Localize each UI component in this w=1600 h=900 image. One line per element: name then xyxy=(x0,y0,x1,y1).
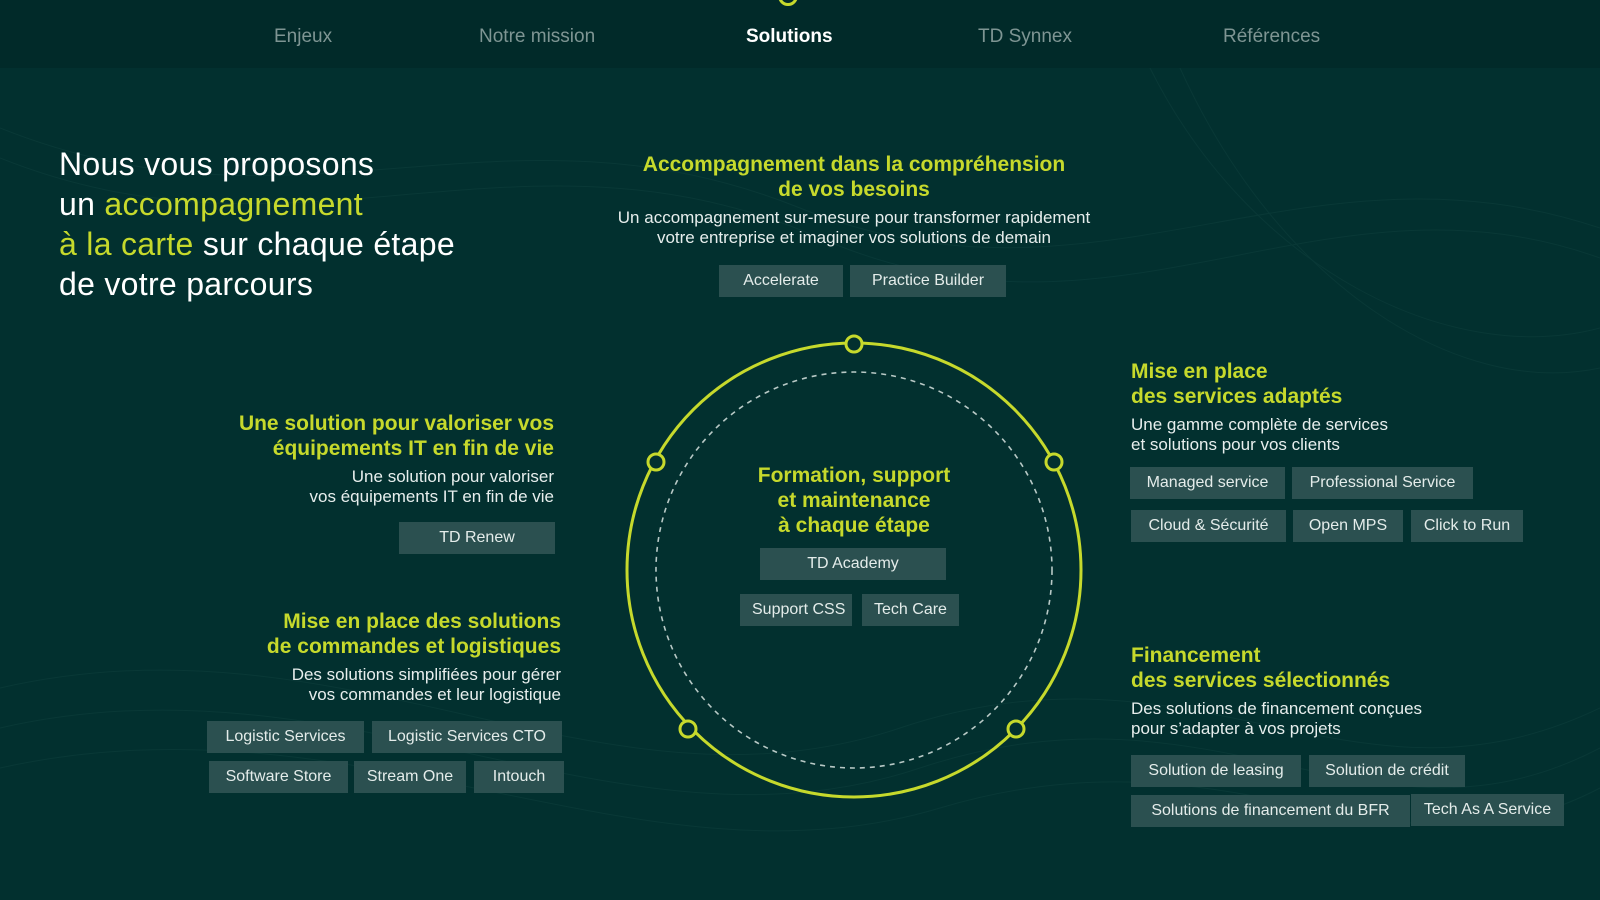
top-navigation: Enjeux Notre mission Solutions TD Synnex… xyxy=(0,0,1600,68)
nav-item-references[interactable]: Références xyxy=(1223,26,1320,48)
nav-item-solutions[interactable]: Solutions xyxy=(746,26,833,48)
headline-line-1: Nous vous proposons xyxy=(59,146,375,182)
headline-line-3-suffix: sur chaque étape xyxy=(193,226,455,262)
block-accompagnement: Accompagnement dans la compréhension de v… xyxy=(584,152,1124,248)
tag-accelerate[interactable]: Accelerate xyxy=(719,265,843,297)
tag-logistic-services-cto[interactable]: Logistic Services CTO xyxy=(372,721,562,753)
tag-practice-builder[interactable]: Practice Builder xyxy=(850,265,1006,297)
block-financement-title: Financement des services sélectionnés xyxy=(1131,643,1571,693)
title-line: de commandes et logistiques xyxy=(266,635,561,658)
block-financement: Financement des services sélectionnés Des… xyxy=(1131,643,1571,739)
tag-software-store[interactable]: Software Store xyxy=(209,761,348,793)
block-accompagnement-title: Accompagnement dans la compréhension de v… xyxy=(584,152,1124,202)
block-valoriser-equipements-description: Une solution pour valoriser vos équipemen… xyxy=(175,467,554,507)
description-line: vos équipements IT en fin de vie xyxy=(309,487,554,506)
tag-solution-de-leasing[interactable]: Solution de leasing xyxy=(1131,755,1301,787)
description-line: et solutions pour vos clients xyxy=(1131,435,1340,454)
title-line: Accompagnement dans la compréhension xyxy=(642,153,1066,176)
headline-highlight-2: à la carte xyxy=(59,226,194,262)
tag-professional-service[interactable]: Professional Service xyxy=(1292,467,1473,499)
tag-tech-as-a-service[interactable]: Tech As A Service xyxy=(1411,794,1564,826)
title-line: Financement xyxy=(1131,644,1261,667)
title-line: des services sélectionnés xyxy=(1131,669,1391,692)
title-line: de vos besoins xyxy=(778,178,930,201)
description-line: Des solutions simplifiées pour gérer xyxy=(291,665,561,684)
tag-solution-de-credit[interactable]: Solution de crédit xyxy=(1309,755,1465,787)
description-line: pour s’adapter à vos projets xyxy=(1131,719,1341,738)
tag-logistic-services[interactable]: Logistic Services xyxy=(207,721,364,753)
block-commandes-logistiques: Mise en place des solutions de commandes … xyxy=(181,609,561,705)
title-line: Mise en place xyxy=(1131,360,1268,383)
block-commandes-logistiques-title: Mise en place des solutions de commandes … xyxy=(181,609,561,659)
description-line: Une solution pour valoriser xyxy=(351,467,554,486)
tag-financement-bfr[interactable]: Solutions de financement du BFR xyxy=(1131,795,1410,827)
description-line: Une gamme complète de services xyxy=(1131,415,1389,434)
block-commandes-logistiques-description: Des solutions simplifiées pour gérer vos … xyxy=(181,665,561,705)
block-formation: Formation, support et maintenance à chaque… xyxy=(734,463,974,538)
tag-support-css[interactable]: Support CSS xyxy=(740,594,852,626)
block-formation-title: Formation, support et maintenance à chaque… xyxy=(734,463,974,538)
nav-item-notre-mission[interactable]: Notre mission xyxy=(479,26,595,48)
tag-td-renew[interactable]: TD Renew xyxy=(399,522,555,554)
tag-tech-care[interactable]: Tech Care xyxy=(862,594,959,626)
nav-item-td-synnex[interactable]: TD Synnex xyxy=(978,26,1072,48)
block-services-adaptes-title: Mise en place des services adaptés xyxy=(1131,359,1551,409)
block-financement-description: Des solutions de financement conçues pour… xyxy=(1131,699,1571,739)
block-services-adaptes-description: Une gamme complète de services et solutio… xyxy=(1131,415,1551,455)
title-line: Formation, support xyxy=(757,464,951,487)
title-line: Mise en place des solutions xyxy=(283,610,561,633)
headline-highlight-1: accompagnement xyxy=(104,186,363,222)
title-line: équipements IT en fin de vie xyxy=(272,437,554,460)
title-line: à chaque étape xyxy=(778,514,930,537)
headline-line-2-prefix: un xyxy=(59,186,105,222)
block-valoriser-equipements-title: Une solution pour valoriser vos équipemen… xyxy=(175,411,554,461)
tag-managed-service[interactable]: Managed service xyxy=(1130,467,1285,499)
description-line: votre entreprise et imaginer vos solutio… xyxy=(656,228,1052,247)
tag-click-to-run[interactable]: Click to Run xyxy=(1411,510,1523,542)
tag-cloud-securite[interactable]: Cloud & Sécurité xyxy=(1131,510,1286,542)
title-line: des services adaptés xyxy=(1131,385,1343,408)
tag-intouch[interactable]: Intouch xyxy=(474,761,564,793)
nav-item-enjeux[interactable]: Enjeux xyxy=(274,26,332,48)
tag-open-mps[interactable]: Open MPS xyxy=(1293,510,1403,542)
page-headline: Nous vous proposons un accompagnement à … xyxy=(59,144,455,304)
description-line: Un accompagnement sur-mesure pour transf… xyxy=(617,208,1091,227)
block-services-adaptes: Mise en place des services adaptés Une ga… xyxy=(1131,359,1551,455)
block-valoriser-equipements: Une solution pour valoriser vos équipemen… xyxy=(175,411,554,507)
title-line: et maintenance xyxy=(777,489,931,512)
active-indicator-icon xyxy=(778,0,798,6)
description-line: vos commandes et leur logistique xyxy=(308,685,561,704)
headline-line-4: de votre parcours xyxy=(59,266,314,302)
tag-stream-one[interactable]: Stream One xyxy=(354,761,466,793)
block-accompagnement-description: Un accompagnement sur-mesure pour transf… xyxy=(584,208,1124,248)
title-line: Une solution pour valoriser vos xyxy=(238,412,554,435)
tag-td-academy[interactable]: TD Academy xyxy=(760,548,946,580)
description-line: Des solutions de financement conçues xyxy=(1131,699,1423,718)
